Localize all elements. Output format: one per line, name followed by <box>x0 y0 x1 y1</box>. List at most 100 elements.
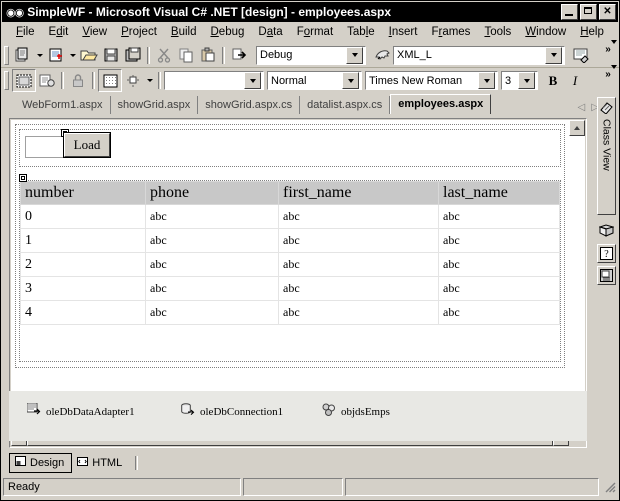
new-project-icon[interactable] <box>12 45 34 66</box>
italic-button[interactable]: I <box>564 70 586 91</box>
document-tab-webform1[interactable]: WebForm1.aspx <box>15 96 111 114</box>
tab-design-label: Design <box>30 457 65 469</box>
show-borders-icon[interactable] <box>12 69 36 92</box>
menu-item-debug[interactable]: Debug <box>203 24 251 40</box>
document-tab-showgrid-cs[interactable]: showGrid.aspx.cs <box>198 96 301 114</box>
window-title: SimpleWF - Microsoft Visual C# .NET [des… <box>27 5 392 19</box>
data-adapter-icon <box>26 402 41 420</box>
design-vertical-scrollbar[interactable] <box>569 120 585 430</box>
show-grid-icon[interactable] <box>98 69 122 92</box>
column-header-first-name[interactable]: first_name <box>278 181 439 205</box>
chevron-down-icon[interactable] <box>545 46 562 64</box>
open-file-icon[interactable] <box>78 45 100 66</box>
start-debug-icon[interactable] <box>228 45 250 66</box>
menu-item-file[interactable]: File <box>9 24 42 40</box>
datagrid-selection-handle[interactable] <box>19 174 27 182</box>
object-browser-icon[interactable] <box>597 221 616 240</box>
font-name-value: Times New Roman <box>369 74 463 87</box>
solution-explorer-icon[interactable] <box>570 45 592 66</box>
column-header-number[interactable]: number <box>20 181 146 205</box>
menu-item-tools[interactable]: Tools <box>477 24 518 40</box>
menu-item-format[interactable]: Format <box>290 24 340 40</box>
menu-item-insert[interactable]: Insert <box>382 24 425 40</box>
toolbar-grip[interactable] <box>4 45 9 65</box>
save-icon[interactable] <box>100 45 122 66</box>
new-project-dropdown-icon[interactable] <box>34 45 45 66</box>
solution-configuration-combo[interactable]: Debug <box>256 45 366 65</box>
column-header-phone[interactable]: phone <box>145 181 279 205</box>
document-tab-showgrid-aspx[interactable]: showGrid.aspx <box>111 96 199 114</box>
add-new-item-dropdown-icon[interactable] <box>67 45 78 66</box>
find-combo[interactable]: XML_L <box>393 45 565 65</box>
tray-item-oledbconnection1[interactable]: oleDbConnection1 <box>181 403 283 420</box>
tab-design-view[interactable]: Design <box>9 453 73 473</box>
status-panel-3 <box>345 478 599 496</box>
dynamic-help-icon[interactable]: ? <box>597 244 616 263</box>
table-row[interactable]: 3 abc abc abc <box>20 276 560 301</box>
cell-phone: abc <box>145 204 279 229</box>
employees-datagrid[interactable]: number phone first_name last_name 0 abc … <box>20 181 560 325</box>
menu-item-edit[interactable]: Edit <box>42 24 76 40</box>
copy-icon[interactable] <box>175 45 197 66</box>
document-tab-datalist-cs[interactable]: datalist.aspx.cs <box>300 96 391 114</box>
snap-to-grid-icon[interactable] <box>122 70 144 91</box>
chevron-down-icon[interactable] <box>478 72 495 89</box>
web-form-canvas[interactable]: Load number phone first_name last_name 0… <box>11 120 569 376</box>
chevron-down-icon[interactable] <box>518 72 535 89</box>
tab-prev-icon[interactable]: ◁ <box>578 102 586 113</box>
lock-icon[interactable] <box>67 70 89 91</box>
toolbar-overflow-button[interactable]: » <box>605 40 617 65</box>
snap-to-grid-dropdown-icon[interactable] <box>144 70 155 91</box>
tray-item-objdsemps[interactable]: objdsEmps <box>322 403 390 420</box>
table-row[interactable]: 4 abc abc abc <box>20 300 560 325</box>
menu-item-data[interactable]: Data <box>251 24 289 40</box>
vscroll-track[interactable] <box>569 136 585 414</box>
add-new-item-icon[interactable] <box>45 45 67 66</box>
save-all-icon[interactable] <box>122 45 144 66</box>
menu-item-table[interactable]: Table <box>340 24 382 40</box>
menu-item-build[interactable]: Build <box>164 24 204 40</box>
font-name-combo[interactable]: Times New Roman <box>365 71 498 90</box>
resize-grip[interactable] <box>603 480 617 494</box>
cell-phone: abc <box>145 252 279 277</box>
close-button[interactable]: ✕ <box>599 4 616 20</box>
cell-phone: abc <box>145 228 279 253</box>
find-icon[interactable] <box>371 45 393 66</box>
minimize-button[interactable] <box>561 4 578 20</box>
paste-icon[interactable] <box>197 45 219 66</box>
table-row[interactable]: 2 abc abc abc <box>20 252 560 277</box>
status-bar: Ready <box>3 477 617 497</box>
menu-item-frames[interactable]: Frames <box>424 24 477 40</box>
toolbar-grip[interactable] <box>4 71 9 90</box>
chevron-down-icon[interactable] <box>346 46 363 64</box>
table-row[interactable]: 0 abc abc abc <box>20 204 560 229</box>
chevron-down-icon[interactable] <box>342 72 359 89</box>
chevron-down-icon[interactable] <box>244 72 261 89</box>
tray-item-oledbdataadapter1[interactable]: oleDbDataAdapter1 <box>26 402 135 420</box>
employee-textbox[interactable] <box>25 136 65 158</box>
font-size-combo[interactable]: 3 <box>501 71 538 90</box>
bold-button[interactable]: B <box>542 70 564 91</box>
menu-item-project[interactable]: Project <box>114 24 164 40</box>
tool-tab-class-view[interactable]: Class View <box>597 97 616 215</box>
column-header-last-name[interactable]: last_name <box>438 181 560 205</box>
load-button[interactable]: Load <box>63 132 111 158</box>
window-controls: ✕ <box>561 4 616 20</box>
cut-icon[interactable] <box>153 45 175 66</box>
menu-item-window[interactable]: Window <box>518 24 573 40</box>
tab-html-view[interactable]: HTML <box>72 454 129 472</box>
table-row[interactable]: 1 abc abc abc <box>20 228 560 253</box>
maximize-button[interactable] <box>580 4 597 20</box>
toolbar-overflow-button[interactable]: » <box>605 65 617 90</box>
menu-item-view[interactable]: View <box>75 24 114 40</box>
properties-window-icon[interactable] <box>597 266 616 285</box>
style-combo[interactable] <box>164 71 264 90</box>
class-view-icon <box>599 100 614 117</box>
document-tab-employees-aspx[interactable]: employees.aspx <box>390 94 492 114</box>
svg-text:?: ? <box>604 249 609 260</box>
show-details-icon[interactable] <box>36 70 58 91</box>
menu-item-help[interactable]: Help <box>573 24 611 40</box>
block-format-combo[interactable]: Normal <box>267 71 362 90</box>
scroll-up-button[interactable] <box>569 120 585 136</box>
datagrid-container[interactable]: number phone first_name last_name 0 abc … <box>19 174 561 362</box>
